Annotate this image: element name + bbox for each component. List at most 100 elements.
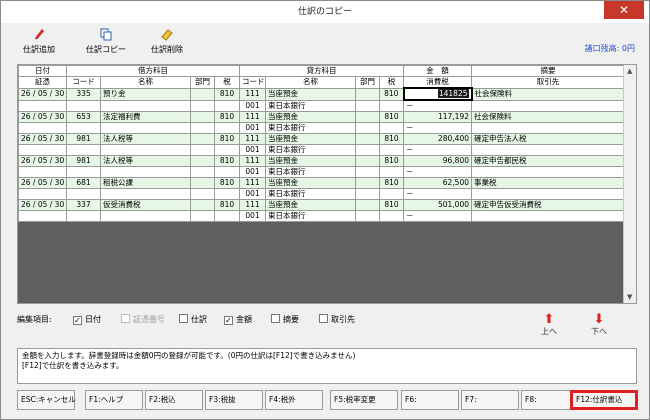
credit-name-cell[interactable]: 東日本銀行 <box>265 122 356 134</box>
credit-code-cell[interactable]: 001 <box>239 166 266 178</box>
debit-tax-cell[interactable]: 810 <box>214 87 240 101</box>
memo-cell[interactable]: 確定申告法人税 <box>471 133 625 145</box>
debit-code-cell[interactable] <box>66 122 101 134</box>
debit-dept-cell[interactable] <box>190 210 215 222</box>
debit-tax-cell[interactable] <box>214 166 240 178</box>
credit-name-cell[interactable]: 当座預金 <box>265 155 356 167</box>
amount-cell[interactable]: 62,500 <box>403 177 472 189</box>
credit-name-cell[interactable]: 東日本銀行 <box>265 210 356 222</box>
debit-name-cell[interactable]: 仮受消費税 <box>100 199 191 211</box>
consumption-tax-cell[interactable]: － <box>403 99 472 112</box>
debit-code-cell[interactable] <box>66 144 101 156</box>
debit-dept-cell[interactable] <box>190 144 215 156</box>
table-row[interactable]: 001 東日本銀行 － <box>18 210 625 222</box>
memo-cell[interactable]: 確定申告仮受消費税 <box>471 199 625 211</box>
credit-name-cell[interactable]: 東日本銀行 <box>265 99 356 112</box>
amount-cell[interactable]: 117,192 <box>403 111 472 123</box>
date-cell[interactable]: 26 / 05 / 30 <box>18 177 67 189</box>
f4-tax-exempt-button[interactable]: F4:税外 <box>265 390 323 410</box>
memo-cell[interactable]: 社会保険料 <box>471 111 625 123</box>
checkbox-amount[interactable]: ✓ 金額 <box>224 314 252 325</box>
consumption-tax-cell[interactable]: － <box>403 210 472 222</box>
consumption-tax-cell[interactable]: － <box>403 122 472 134</box>
date-cell[interactable]: 26 / 05 / 30 <box>18 155 67 167</box>
esc-cancel-button[interactable]: ESC:キャンセル <box>17 390 76 410</box>
table-row[interactable]: 001 東日本銀行 － <box>18 122 625 134</box>
debit-code-cell[interactable]: 681 <box>66 177 101 189</box>
credit-tax-cell[interactable]: 810 <box>379 111 404 123</box>
debit-code-cell[interactable]: 981 <box>66 133 101 145</box>
memo-cell[interactable]: 事業税 <box>471 177 625 189</box>
credit-dept-cell[interactable] <box>355 87 380 101</box>
debit-dept-cell[interactable] <box>190 133 215 145</box>
table-row[interactable]: 26 / 05 / 30 981 法人税等 810 111 当座預金 810 280,400 確… <box>18 133 625 145</box>
scroll-down-icon[interactable]: ▼ <box>627 293 632 301</box>
credit-dept-cell[interactable] <box>355 133 380 145</box>
debit-dept-cell[interactable] <box>190 166 215 178</box>
debit-dept-cell[interactable] <box>190 177 215 189</box>
f7-button[interactable]: F7: <box>461 390 519 410</box>
debit-tax-cell[interactable]: 810 <box>214 155 240 167</box>
credit-dept-cell[interactable] <box>355 166 380 178</box>
credit-dept-cell[interactable] <box>355 210 380 222</box>
checkbox-journal[interactable]: 仕訳 <box>179 314 207 325</box>
table-row[interactable]: 26 / 05 / 30 335 預り金 810 111 当座預金 810 141825 社会保… <box>18 87 625 101</box>
partner-cell[interactable] <box>471 99 625 112</box>
move-down-button[interactable]: ⬇ 下へ <box>591 313 607 337</box>
debit-dept-cell[interactable] <box>190 122 215 134</box>
credit-dept-cell[interactable] <box>355 111 380 123</box>
date-cell[interactable]: 26 / 05 / 30 <box>18 111 67 123</box>
f6-button[interactable]: F6: <box>401 390 459 410</box>
credit-name-cell[interactable]: 当座預金 <box>265 87 356 101</box>
vertical-scrollbar[interactable]: ▲ ▼ <box>623 65 636 303</box>
debit-dept-cell[interactable] <box>190 155 215 167</box>
debit-code-cell[interactable]: 335 <box>66 87 101 101</box>
voucher-cell[interactable] <box>18 188 67 200</box>
consumption-tax-cell[interactable]: － <box>403 188 472 200</box>
credit-code-cell[interactable]: 001 <box>239 188 266 200</box>
debit-name-cell[interactable] <box>100 166 191 178</box>
delete-journal-button[interactable]: 仕訳削除 <box>151 27 183 55</box>
credit-tax-cell[interactable]: 810 <box>379 177 404 189</box>
credit-name-cell[interactable]: 東日本銀行 <box>265 166 356 178</box>
debit-dept-cell[interactable] <box>190 87 215 101</box>
debit-tax-cell[interactable]: 810 <box>214 133 240 145</box>
debit-name-cell[interactable] <box>100 144 191 156</box>
credit-name-cell[interactable]: 東日本銀行 <box>265 188 356 200</box>
checkbox-date[interactable]: ✓ 日付 <box>73 314 101 325</box>
credit-tax-cell[interactable]: 810 <box>379 199 404 211</box>
voucher-cell[interactable] <box>18 122 67 134</box>
checkbox-memo[interactable]: 摘要 <box>271 314 299 325</box>
credit-code-cell[interactable]: 001 <box>239 122 266 134</box>
debit-dept-cell[interactable] <box>190 99 215 112</box>
debit-name-cell[interactable]: 法人税等 <box>100 133 191 145</box>
consumption-tax-cell[interactable]: － <box>403 166 472 178</box>
partner-cell[interactable] <box>471 210 625 222</box>
debit-code-cell[interactable] <box>66 210 101 222</box>
f8-button[interactable]: F8: <box>521 390 571 410</box>
credit-dept-cell[interactable] <box>355 199 380 211</box>
amount-cell[interactable]: 280,400 <box>403 133 472 145</box>
f3-tax-exclusive-button[interactable]: F3:税抜 <box>205 390 263 410</box>
voucher-cell[interactable] <box>18 166 67 178</box>
credit-code-cell[interactable]: 111 <box>239 199 266 211</box>
credit-dept-cell[interactable] <box>355 144 380 156</box>
f5-tax-rate-button[interactable]: F5:税率変更 <box>330 390 398 410</box>
table-row[interactable]: 001 東日本銀行 － <box>18 99 625 112</box>
partner-cell[interactable] <box>471 122 625 134</box>
credit-code-cell[interactable]: 001 <box>239 144 266 156</box>
credit-code-cell[interactable]: 111 <box>239 177 266 189</box>
debit-name-cell[interactable]: 法人税等 <box>100 155 191 167</box>
debit-code-cell[interactable]: 981 <box>66 155 101 167</box>
f2-tax-inclusive-button[interactable]: F2:税込 <box>145 390 203 410</box>
debit-name-cell[interactable] <box>100 122 191 134</box>
debit-name-cell[interactable]: 租税公課 <box>100 177 191 189</box>
credit-name-cell[interactable]: 当座預金 <box>265 199 356 211</box>
voucher-cell[interactable] <box>18 99 67 112</box>
memo-cell[interactable]: 社会保険料 <box>471 87 625 101</box>
credit-code-cell[interactable]: 111 <box>239 155 266 167</box>
move-up-button[interactable]: ⬆ 上へ <box>541 313 557 337</box>
date-cell[interactable]: 26 / 05 / 30 <box>18 133 67 145</box>
close-button[interactable]: ✕ <box>604 1 644 19</box>
checkbox-partner[interactable]: 取引先 <box>319 314 355 325</box>
